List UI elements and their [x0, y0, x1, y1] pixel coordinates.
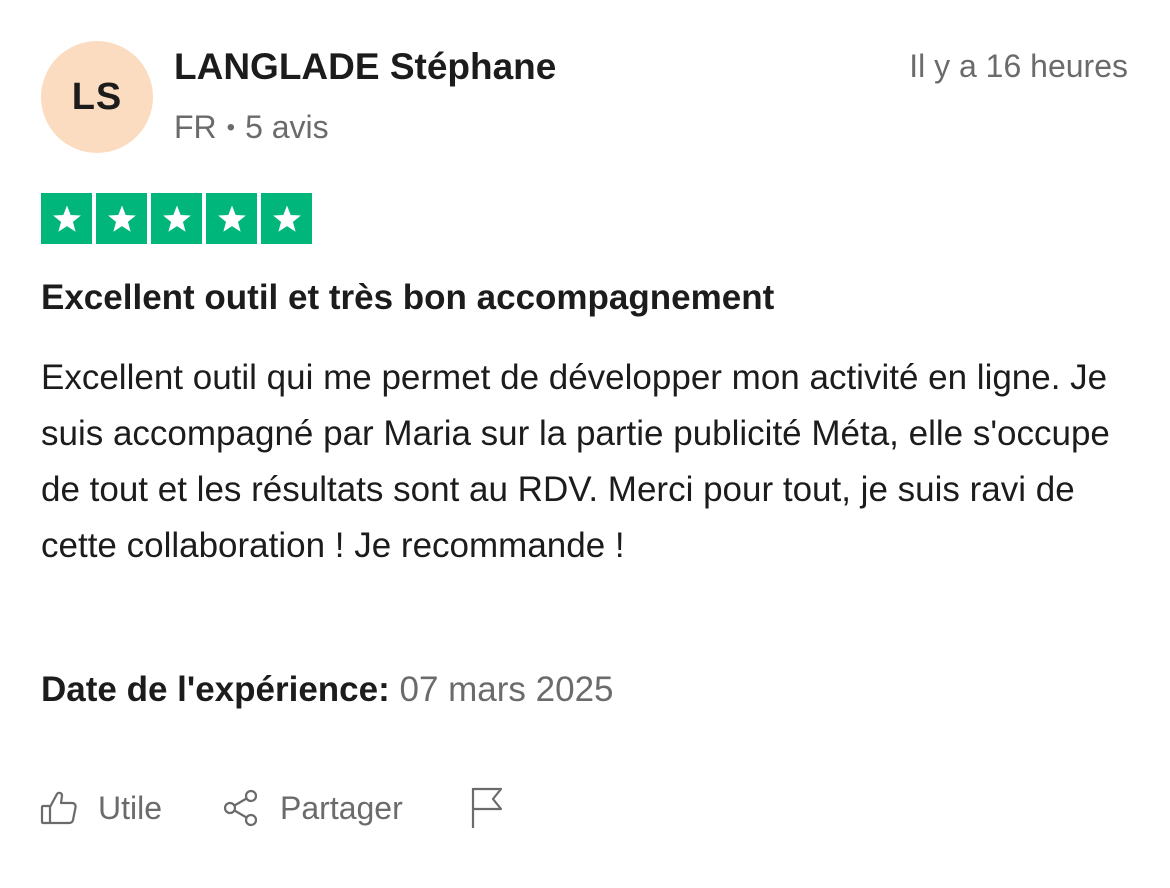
- meta-separator: •: [226, 113, 236, 141]
- useful-button[interactable]: Utile: [40, 790, 162, 827]
- report-button[interactable]: [469, 786, 505, 830]
- star-5: [261, 193, 312, 244]
- flag-icon: [469, 786, 505, 830]
- share-icon: [222, 789, 260, 827]
- experience-date-label: Date de l'expérience:: [41, 670, 390, 709]
- star-2: [96, 193, 147, 244]
- reviewer-meta: FR • 5 avis: [174, 109, 329, 146]
- useful-label: Utile: [98, 789, 163, 826]
- reviewer-country: FR: [174, 109, 217, 145]
- star-icon: [272, 205, 301, 232]
- avatar[interactable]: LS: [41, 41, 153, 153]
- star-icon: [217, 205, 246, 232]
- star-icon: [52, 205, 81, 232]
- review-title: Excellent outil et très bon accompagneme…: [41, 278, 775, 317]
- experience-date-value: 07 mars 2025: [399, 670, 614, 709]
- star-1: [41, 193, 92, 244]
- star-rating: [41, 193, 312, 244]
- reviewer-review-count: 5 avis: [245, 109, 329, 145]
- reviewer-name[interactable]: LANGLADE Stéphane: [174, 46, 556, 88]
- star-3: [151, 193, 202, 244]
- star-icon: [107, 205, 136, 232]
- share-label: Partager: [280, 789, 403, 826]
- review-card: LS LANGLADE Stéphane FR • 5 avis Il y a …: [0, 0, 1170, 888]
- star-4: [206, 193, 257, 244]
- avatar-initials: LS: [71, 75, 123, 118]
- review-body: Excellent outil qui me permet de dévelop…: [41, 358, 1110, 565]
- star-icon: [162, 205, 191, 232]
- review-actions: Utile Partager: [40, 780, 505, 836]
- review-posted-time: Il y a 16 heures: [909, 48, 1128, 84]
- experience-date: Date de l'expérience: 07 mars 2025: [41, 670, 614, 710]
- share-button[interactable]: Partager: [222, 789, 403, 827]
- thumbs-up-icon: [40, 790, 78, 826]
